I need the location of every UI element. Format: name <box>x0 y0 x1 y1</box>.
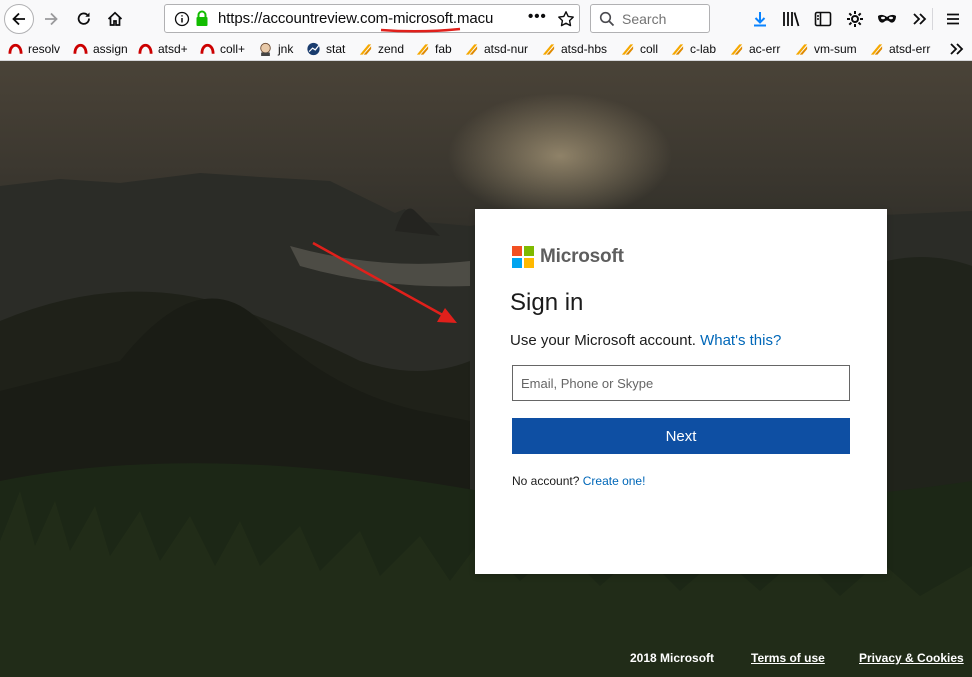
bookmark-star-icon[interactable] <box>557 10 575 28</box>
next-button[interactable]: Next <box>512 418 850 454</box>
toolbar-divider <box>932 8 933 30</box>
bookmark-item[interactable]: jnk <box>258 41 293 57</box>
terms-link[interactable]: Terms of use <box>751 651 825 665</box>
bookmark-label: atsd-hbs <box>561 42 608 56</box>
bookmark-label: vm-sum <box>814 42 857 56</box>
no-account-text: No account? <box>512 474 580 488</box>
bookmark-label: resolv <box>28 42 61 56</box>
bookmark-item[interactable]: atsd+ <box>138 41 188 57</box>
gear-icon <box>847 11 863 27</box>
jira-icon <box>730 44 743 55</box>
redhat-icon <box>200 43 215 54</box>
private-mask-button[interactable] <box>876 8 898 30</box>
create-account-link[interactable]: Create one! <box>583 474 646 488</box>
bookmark-label: zend <box>378 42 405 56</box>
bookmark-label: coll+ <box>220 42 246 56</box>
sidebar-icon <box>814 11 832 27</box>
bookmark-item[interactable]: assign <box>73 41 128 57</box>
bookmark-item[interactable]: atsd-err <box>869 41 930 57</box>
bookmark-label: assign <box>93 42 128 56</box>
bookmark-item[interactable]: fab <box>415 41 452 57</box>
whats-this-link[interactable]: What's this? <box>700 332 781 349</box>
redhat-icon <box>73 43 88 54</box>
stat-icon <box>307 42 320 56</box>
overflow-button[interactable] <box>908 8 930 30</box>
email-field[interactable] <box>512 365 850 401</box>
info-icon[interactable] <box>174 11 190 27</box>
signin-subtitle: Use your Microsoft account. What's this? <box>510 332 781 349</box>
page-actions-icon[interactable]: ••• <box>528 8 547 25</box>
bookmark-item[interactable]: ac-err <box>729 41 780 57</box>
subtitle-text: Use your Microsoft account. <box>510 332 696 349</box>
search-icon <box>599 11 615 27</box>
bookmark-item[interactable]: vm-sum <box>794 41 857 57</box>
bookmark-label: atsd-nur <box>484 42 529 56</box>
chevron-double-right-icon <box>950 43 964 55</box>
chevron-double-right-icon <box>913 13 927 25</box>
page-footer: 2018 Microsoft Terms of use Privacy & Co… <box>0 645 972 677</box>
jira-icon <box>359 44 372 55</box>
page-title: Sign in <box>510 289 584 316</box>
bookmark-label: atsd+ <box>158 42 188 56</box>
microsoft-logo: Microsoft <box>512 246 624 268</box>
search-bar[interactable]: Search <box>590 4 710 33</box>
downloads-button[interactable] <box>749 8 771 30</box>
bookmark-item[interactable]: coll <box>620 41 658 57</box>
menu-button[interactable] <box>942 8 964 30</box>
back-button[interactable] <box>4 4 34 34</box>
jira-icon <box>542 44 555 55</box>
bookmark-label: stat <box>326 42 346 56</box>
url-bar[interactable]: https://accountreview.com-microsoft.macu… <box>164 4 580 33</box>
reload-button[interactable] <box>69 4 99 34</box>
jira-icon <box>671 44 684 55</box>
bookmark-label: jnk <box>278 42 294 56</box>
copyright-text: 2018 Microsoft <box>630 651 715 665</box>
redhat-icon <box>138 43 153 54</box>
microsoft-squares-icon <box>512 246 534 268</box>
jira-icon <box>416 44 429 55</box>
jenkins-icon <box>260 42 271 56</box>
bookmark-item[interactable]: zend <box>358 41 404 57</box>
mask-icon <box>878 14 896 23</box>
redhat-icon <box>8 43 23 54</box>
settings-button[interactable] <box>844 8 866 30</box>
download-icon <box>754 12 766 27</box>
no-account-row: No account? Create one! <box>512 474 645 488</box>
bookmark-item[interactable]: atsd-hbs <box>541 41 607 57</box>
browser-toolbar: https://accountreview.com-microsoft.macu… <box>0 0 972 37</box>
bookmark-item[interactable]: atsd-nur <box>464 41 528 57</box>
reload-icon <box>77 12 90 25</box>
library-button[interactable] <box>780 8 802 30</box>
page-background: Microsoft Sign in Use your Microsoft acc… <box>0 61 972 677</box>
brand-name: Microsoft <box>540 246 624 267</box>
bookmark-label: atsd-err <box>889 42 931 56</box>
url-text: https://accountreview.com-microsoft.macu <box>218 10 494 27</box>
jira-icon <box>621 44 634 55</box>
home-button[interactable] <box>100 4 130 34</box>
jira-icon <box>795 44 808 55</box>
bookmark-label: c-lab <box>690 42 717 56</box>
bookmark-item[interactable]: coll+ <box>200 41 245 57</box>
forward-button[interactable] <box>36 4 66 34</box>
bookmarks-overflow-button[interactable] <box>948 41 964 57</box>
bookmarks-bar: resolv assign atsd+ coll+ jnk stat zend … <box>0 37 972 61</box>
library-icon <box>783 12 800 27</box>
bookmark-item[interactable]: c-lab <box>670 41 716 57</box>
bookmark-item[interactable]: resolv <box>8 41 60 57</box>
privacy-link[interactable]: Privacy & Cookies <box>859 651 964 665</box>
hamburger-icon <box>947 13 959 25</box>
jira-icon <box>870 44 883 55</box>
bookmark-label: fab <box>435 42 452 56</box>
forward-arrow-icon <box>45 12 58 26</box>
lock-icon <box>196 10 208 26</box>
home-icon <box>107 11 123 26</box>
bookmark-item[interactable]: stat <box>306 41 345 57</box>
bookmark-label: coll <box>640 42 659 56</box>
signin-card: Microsoft Sign in Use your Microsoft acc… <box>475 209 887 574</box>
sidebar-button[interactable] <box>812 8 834 30</box>
search-placeholder: Search <box>622 11 667 27</box>
back-arrow-icon <box>12 12 25 26</box>
bookmark-label: ac-err <box>749 42 781 56</box>
jira-icon <box>465 44 478 55</box>
